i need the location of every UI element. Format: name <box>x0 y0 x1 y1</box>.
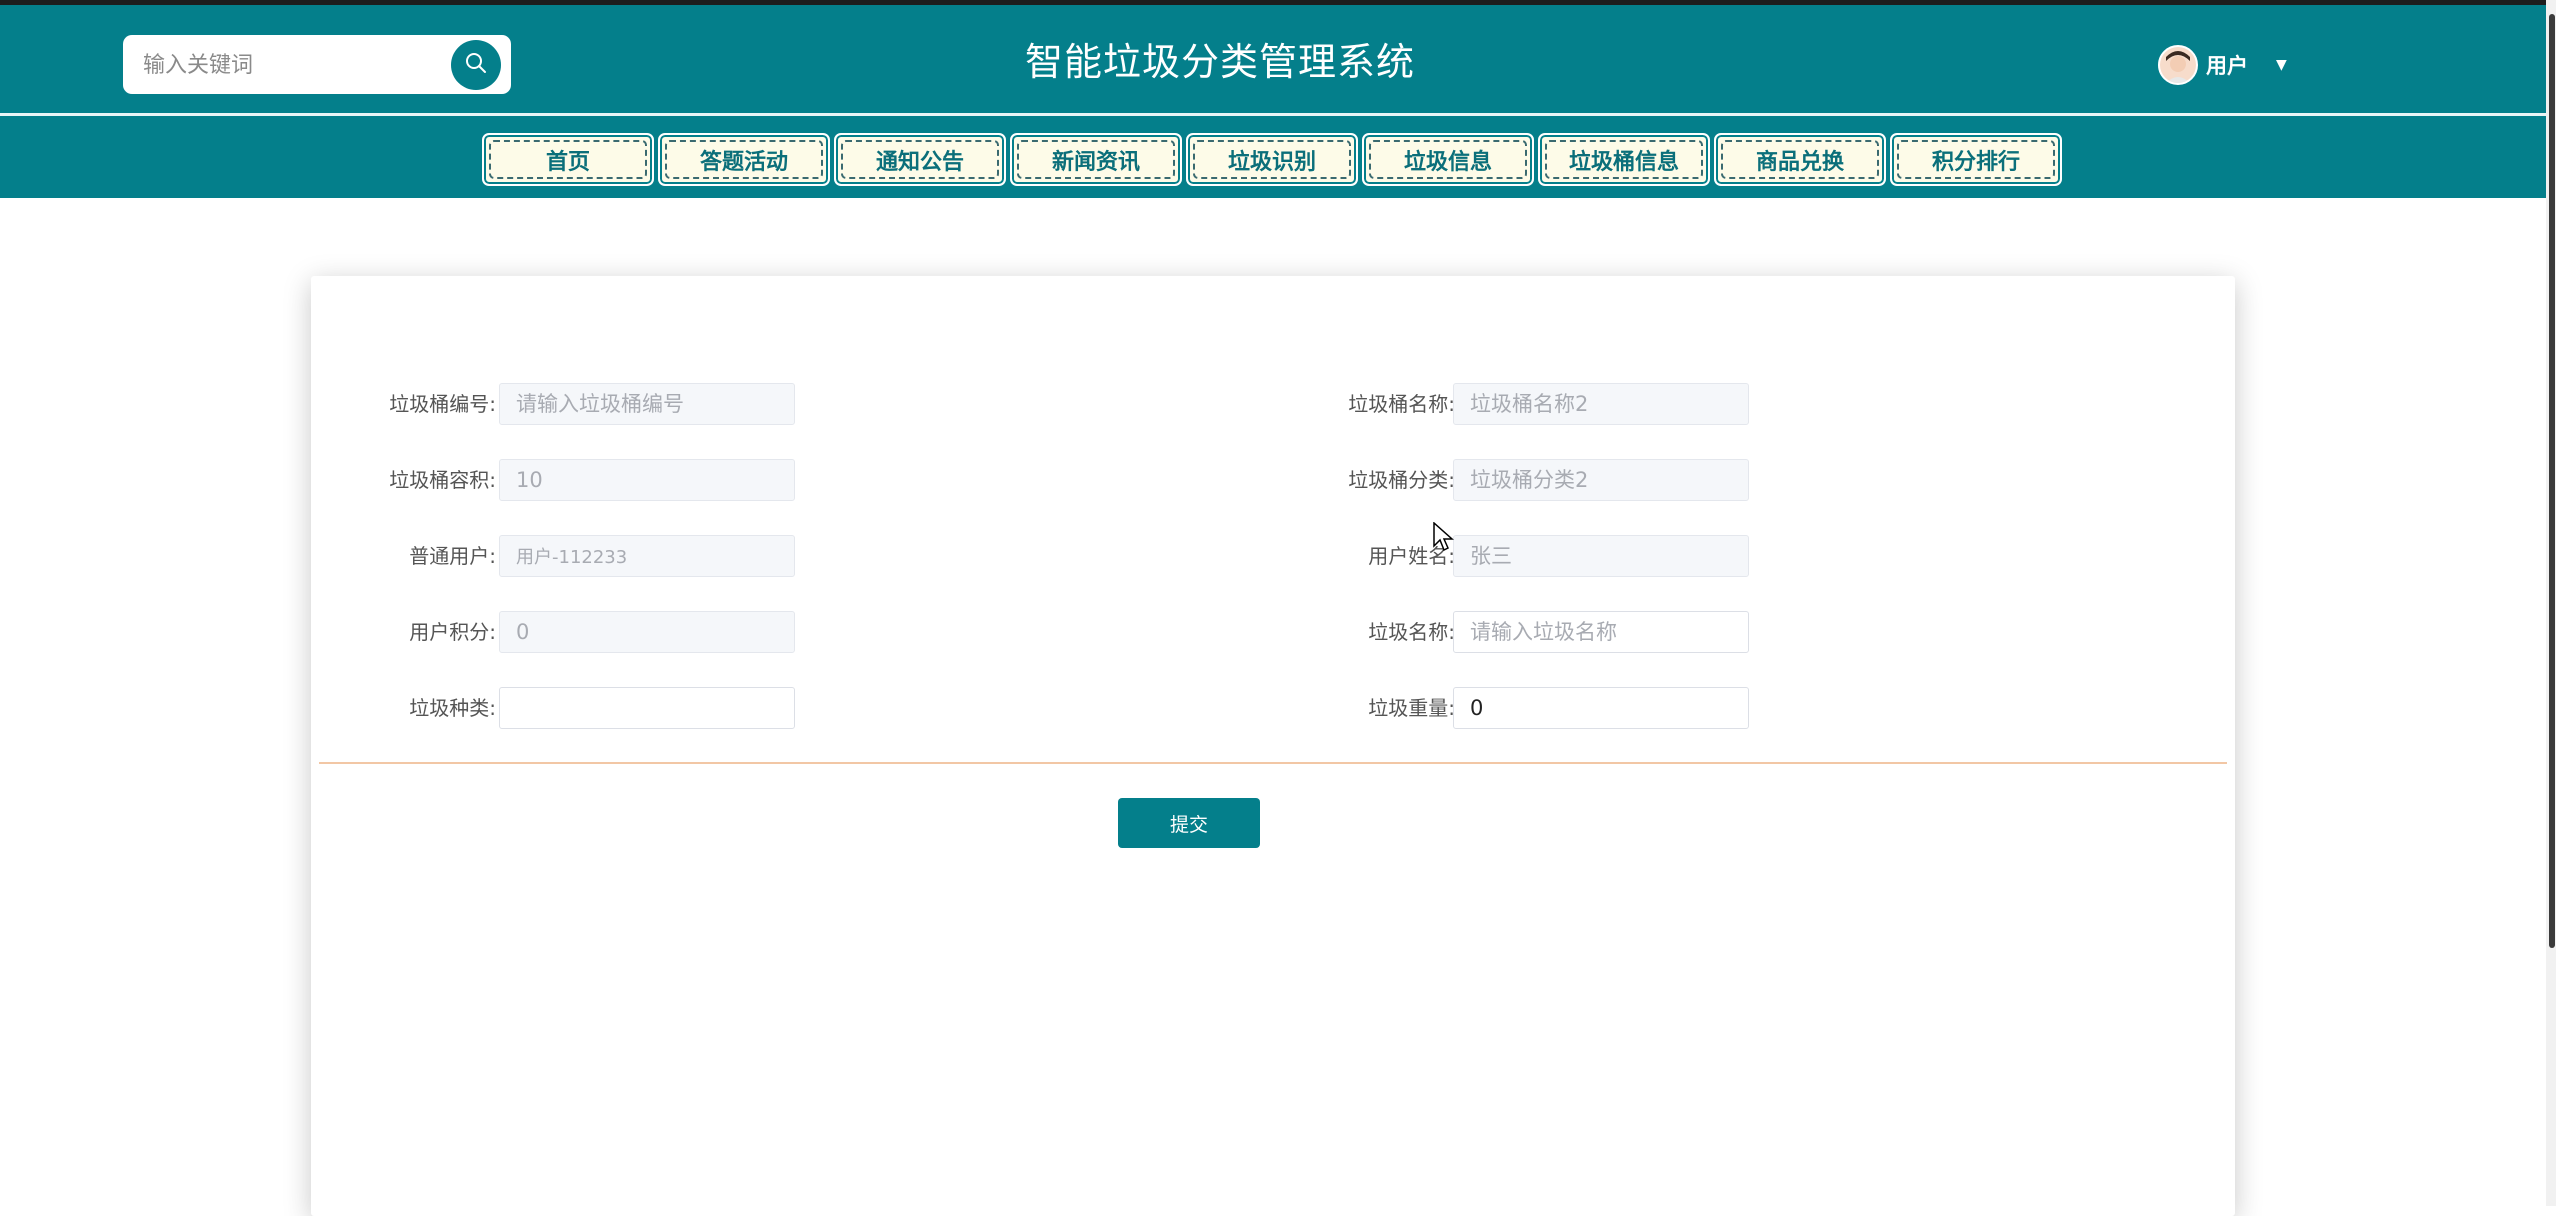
garbage-weight-field[interactable] <box>1453 687 1749 729</box>
nav-item-notices[interactable]: 通知公告 <box>834 133 1006 186</box>
bin-capacity-label: 垃圾桶容积: <box>389 468 496 492</box>
user-name-field[interactable] <box>1453 535 1749 577</box>
header-divider <box>0 113 2556 116</box>
garbage-type-label: 垃圾种类: <box>409 696 496 720</box>
nav-item-label: 垃圾识别 <box>1227 149 1316 175</box>
top-header: 智能垃圾分类管理系统 用户 ▼ 首页 答题活动 通知公告 新闻资讯 垃圾识别 垃… <box>0 0 2556 198</box>
bin-category-field[interactable] <box>1453 459 1749 501</box>
bin-capacity-field[interactable] <box>499 459 795 501</box>
submit-button[interactable]: 提交 <box>1118 798 1260 848</box>
chevron-down-icon: ▼ <box>2276 57 2287 73</box>
search-button[interactable] <box>451 40 501 90</box>
garbage-weight-label: 垃圾重量: <box>1368 696 1455 720</box>
user-points-field[interactable] <box>499 611 795 653</box>
garbage-name-field[interactable] <box>1453 611 1749 653</box>
scrollbar-thumb[interactable] <box>2549 14 2555 948</box>
bin-number-label: 垃圾桶编号: <box>389 392 496 416</box>
user-label: 用户 <box>2206 54 2248 78</box>
user-points-label: 用户积分: <box>409 620 496 644</box>
bin-number-field[interactable] <box>499 383 795 425</box>
nav-item-bin-info[interactable]: 垃圾桶信息 <box>1538 133 1710 186</box>
nav-item-quiz[interactable]: 答题活动 <box>658 133 830 186</box>
nav-item-news[interactable]: 新闻资讯 <box>1010 133 1182 186</box>
bin-category-label: 垃圾桶分类: <box>1348 468 1455 492</box>
nav-item-label: 答题活动 <box>699 149 788 175</box>
regular-user-field[interactable] <box>499 535 795 577</box>
nav-item-recognition[interactable]: 垃圾识别 <box>1186 133 1358 186</box>
site-title: 智能垃圾分类管理系统 <box>1024 40 1415 84</box>
nav-item-label: 新闻资讯 <box>1051 149 1140 175</box>
form-card: 垃圾桶编号: 垃圾桶名称: 垃圾桶容积: 垃圾桶分类: 普通用户: 用户姓名: … <box>311 276 2235 1216</box>
nav-item-ranking[interactable]: 积分排行 <box>1890 133 2062 186</box>
nav-item-exchange[interactable]: 商品兑换 <box>1714 133 1886 186</box>
bin-name-field[interactable] <box>1453 383 1749 425</box>
main-nav: 首页 答题活动 通知公告 新闻资讯 垃圾识别 垃圾信息 垃圾桶信息 商品兑换 积… <box>482 133 2062 186</box>
nav-item-label: 垃圾信息 <box>1403 149 1492 175</box>
nav-item-home[interactable]: 首页 <box>482 133 654 186</box>
search-icon <box>464 51 488 79</box>
nav-item-label: 首页 <box>545 149 590 175</box>
mouse-cursor-icon <box>1433 521 1455 556</box>
bin-name-label: 垃圾桶名称: <box>1348 392 1455 416</box>
nav-item-label: 垃圾桶信息 <box>1568 149 1679 175</box>
nav-item-label: 积分排行 <box>1931 149 2020 175</box>
nav-item-label: 通知公告 <box>875 149 964 175</box>
garbage-name-label: 垃圾名称: <box>1368 620 1455 644</box>
search-box <box>123 35 511 94</box>
user-name-label: 用户姓名: <box>1368 544 1455 568</box>
user-menu[interactable]: 用户 ▼ <box>2158 43 2287 87</box>
nav-item-label: 商品兑换 <box>1755 149 1844 175</box>
regular-user-label: 普通用户: <box>409 544 496 568</box>
avatar <box>2158 45 2198 85</box>
nav-item-garbage-info[interactable]: 垃圾信息 <box>1362 133 1534 186</box>
form-divider <box>319 762 2227 764</box>
search-input[interactable] <box>141 45 445 85</box>
garbage-type-field[interactable] <box>499 687 795 729</box>
